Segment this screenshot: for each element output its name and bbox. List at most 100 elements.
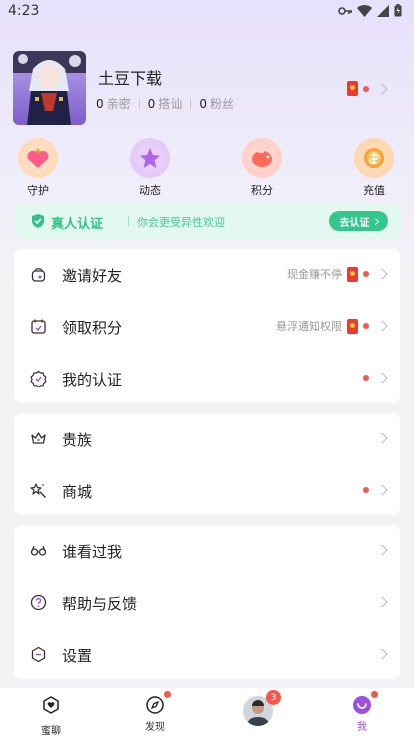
heart-crown-icon [18, 138, 58, 178]
vpn-key-icon [338, 6, 352, 15]
me-icon [352, 691, 378, 715]
quick-action-recharge[interactable]: 充值 [344, 138, 404, 198]
menu-item-hint: 悬浮通知权限 [276, 320, 342, 333]
star-icon [130, 138, 170, 178]
quick-action-points[interactable]: 积分 [232, 138, 292, 198]
verify-title: 真人认证 [51, 217, 104, 232]
menu-item-label: 帮助与反馈 [62, 595, 138, 613]
bottom-tab-bar: 蜜聊 发现 3 我 [0, 688, 414, 736]
menu-item-label: 我的认证 [62, 371, 123, 389]
tab-label: 蜜聊 [41, 726, 61, 736]
verify-subtitle: 你会更受异性欢迎 [137, 216, 225, 229]
status-bar: 4:23 [0, 0, 414, 24]
chat-heart-icon [43, 696, 59, 714]
notification-dot [371, 691, 378, 698]
menu-item-meta [374, 645, 388, 663]
chevron-right-icon [376, 544, 388, 556]
notification-dot [363, 323, 369, 329]
menu-item-mall[interactable]: 商城 [14, 465, 400, 517]
tab-label: 我 [357, 722, 367, 733]
settings-icon [31, 646, 46, 663]
menu-item-meta [374, 541, 388, 559]
notification-dot [164, 691, 171, 698]
stat-count: 0 [199, 96, 207, 111]
signal-icon [377, 4, 389, 17]
menu-item-meta [363, 369, 388, 387]
menu-item-meta [374, 593, 388, 611]
menu-item-label: 贵族 [62, 431, 93, 449]
chevron-right-icon [376, 648, 388, 660]
divider [128, 216, 129, 226]
menu-item-meta: 现金赚不停 [287, 265, 388, 283]
notification-dot [363, 487, 369, 493]
divider [190, 98, 192, 109]
menu-item-meta [374, 429, 388, 447]
divider [138, 98, 140, 109]
profile-header[interactable]: 土豆下载 0 亲密 0 搭讪 0 粉丝 [13, 51, 403, 127]
menu-item-meta: 悬浮通知权限 [276, 317, 388, 335]
nickname: 土豆下载 [98, 69, 163, 88]
avatar: 3 [243, 690, 281, 726]
menu-item-label: 商城 [62, 483, 93, 501]
compass-icon [145, 691, 171, 715]
notification-dot [363, 375, 369, 381]
chevron-right-icon [376, 484, 388, 496]
gift-bag-icon [31, 268, 46, 282]
battery-icon [394, 4, 402, 17]
quick-actions: 守护 动态 积分 充值 [0, 138, 414, 198]
stat-label: 搭讪 [158, 97, 183, 111]
quick-action-moments[interactable]: 动态 [120, 138, 180, 198]
menu-item-settings[interactable]: 设置 [14, 629, 400, 681]
status-icons [338, 4, 402, 17]
stat-count: 0 [147, 96, 156, 111]
stat-label: 亲密 [106, 97, 131, 111]
magic-wand-icon [30, 483, 46, 498]
chevron-right-icon [376, 432, 388, 444]
menu-item-visitors[interactable]: 谁看过我 [14, 525, 400, 577]
badge-check-icon [30, 370, 47, 387]
wifi-icon [357, 4, 372, 17]
notification-dot [363, 271, 369, 277]
chevron-right-icon [371, 217, 379, 225]
menu-card: 谁看过我 帮助与反馈 设置 [14, 525, 400, 679]
menu-item-claim-points[interactable]: 领取积分 悬浮通知权限 [14, 301, 400, 353]
quick-action-guard[interactable]: 守护 [8, 138, 68, 198]
menu-item-nobility[interactable]: 贵族 [14, 413, 400, 465]
tab-chat[interactable]: 蜜聊 [21, 688, 81, 736]
stat-label: 粉丝 [209, 97, 234, 111]
tab-label: 发现 [145, 722, 165, 733]
quick-action-label: 积分 [251, 184, 273, 197]
menu-item-label: 领取积分 [62, 319, 123, 337]
piggy-bank-icon [242, 138, 282, 178]
tab-avatar[interactable]: 3 [228, 688, 288, 736]
profile-stats: 0 亲密 0 搭讪 0 粉丝 [96, 95, 234, 112]
menu-item-label: 邀请好友 [62, 267, 123, 285]
menu-item-invite-friends[interactable]: 邀请好友 现金赚不停 [14, 249, 400, 301]
chevron-right-icon [376, 320, 388, 332]
status-time: 4:23 [8, 3, 40, 19]
chevron-right-icon [376, 596, 388, 608]
stat-count: 0 [96, 96, 104, 111]
menu-card: 贵族 商城 [14, 413, 400, 515]
glasses-icon [30, 545, 47, 556]
go-verify-button[interactable]: 去认证 [329, 211, 388, 231]
tab-discover[interactable]: 发现 [125, 688, 185, 736]
red-envelope-icon [347, 318, 358, 334]
verify-banner[interactable]: 真人认证 你会更受异性欢迎 去认证 [13, 203, 402, 239]
chevron-right-icon [376, 268, 388, 280]
menu-item-my-certification[interactable]: 我的认证 [14, 353, 400, 405]
quick-action-label: 充值 [363, 184, 385, 197]
unread-count-badge: 3 [266, 690, 281, 705]
avatar[interactable] [13, 51, 86, 125]
calendar-icon [31, 319, 46, 334]
menu-item-help-feedback[interactable]: 帮助与反馈 [14, 577, 400, 629]
help-icon [30, 594, 47, 611]
quick-action-label: 守护 [27, 184, 49, 197]
tab-me[interactable]: 我 [332, 688, 392, 736]
notification-dot [363, 85, 369, 92]
red-envelope-icon [347, 81, 358, 96]
menu-item-meta [363, 481, 388, 499]
crown-icon [31, 432, 46, 444]
shield-check-icon [32, 214, 44, 228]
profile-entry[interactable] [347, 81, 388, 96]
